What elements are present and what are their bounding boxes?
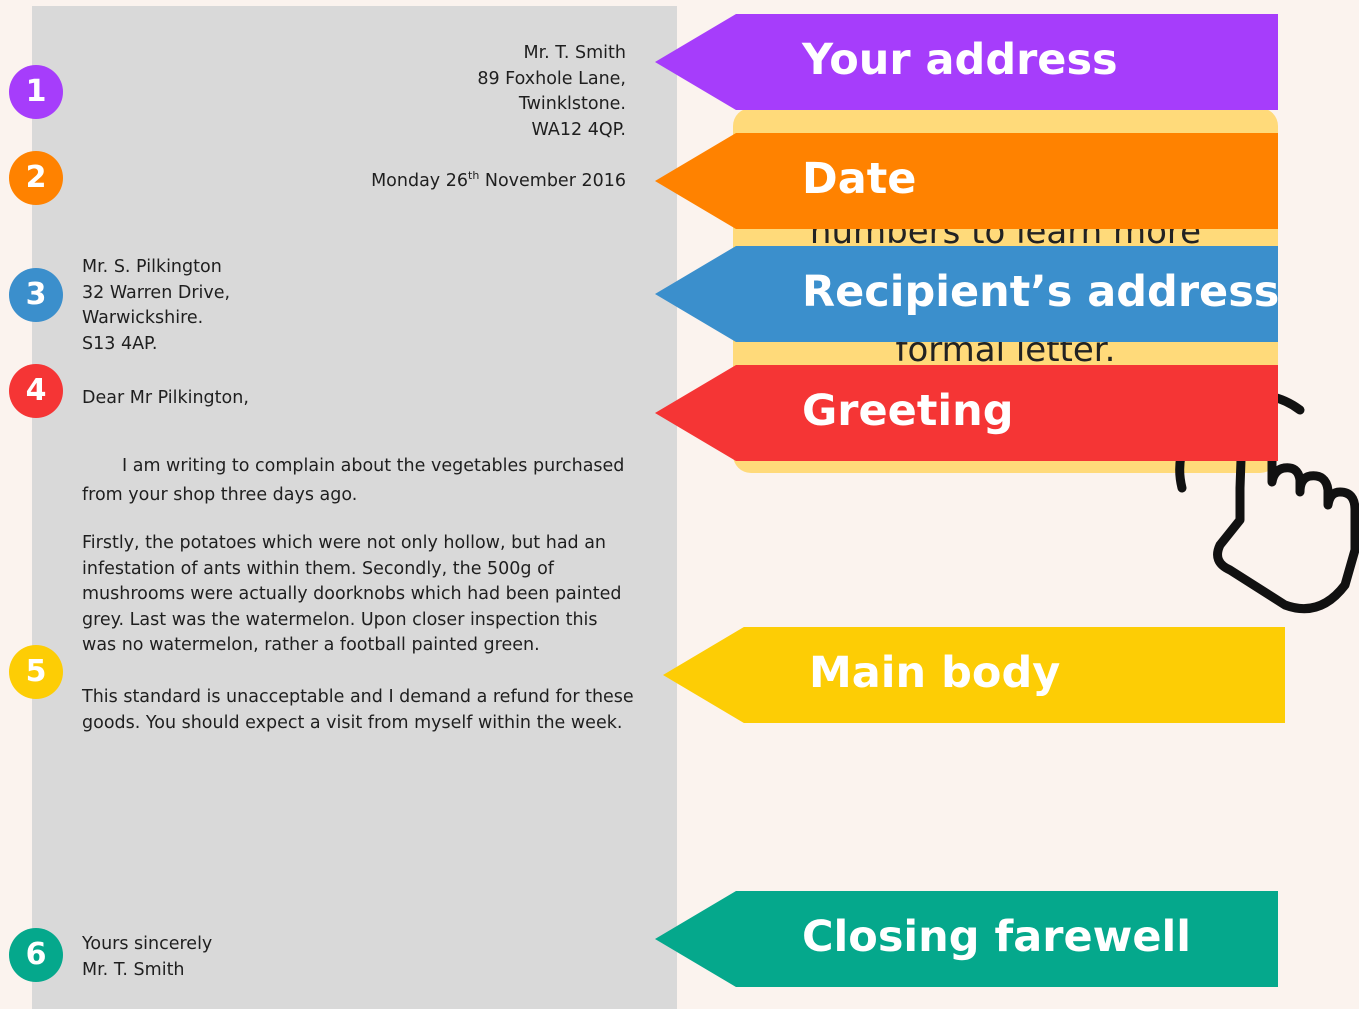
badge-5[interactable]: 5 [9,645,63,699]
label-date-text: Date [802,154,917,204]
label-closing-farewell-text: Closing farewell [802,912,1191,962]
label-your-address-text: Your address [802,35,1118,85]
closing-line: Mr. T. Smith [82,959,185,980]
recipient-line: S13 4AP. [82,333,158,354]
badge-6[interactable]: 6 [9,928,63,982]
sender-address: Mr. T. Smith 89 Foxhole Lane, Twinklston… [332,41,626,143]
badge-4[interactable]: 4 [9,364,63,418]
closing-block: Yours sincerely Mr. T. Smith [82,932,212,983]
sender-line: Twinklstone. [518,94,626,114]
badge-1[interactable]: 1 [9,65,63,119]
body-paragraph: Firstly, the potatoes which were not onl… [82,533,622,655]
closing-line: Yours sincerely [82,934,213,954]
label-date [655,133,1278,229]
badge-2[interactable]: 2 [9,151,63,205]
label-greeting-text: Greeting [802,386,1014,436]
date-rest: November 2016 [479,171,626,191]
recipient-line: Warwickshire. [82,308,204,328]
recipient-address: Mr. S. Pilkington 32 Warren Drive, Warwi… [82,255,230,357]
label-recipient-address-text: Recipient’s address [802,267,1280,317]
badge-3[interactable]: 3 [9,268,63,322]
body-paragraph: This standard is unacceptable and I dema… [82,687,634,733]
sender-line: WA12 4QP. [531,119,626,140]
recipient-line: Mr. S. Pilkington [82,257,222,277]
date-day: Monday 26 [371,171,468,191]
date-suffix: th [468,169,480,183]
recipient-line: 32 Warren Drive, [82,282,231,303]
letter-date: Monday 26th November 2016 [232,169,626,195]
letter-page: Mr. T. Smith 89 Foxhole Lane, Twinklston… [32,6,677,1009]
label-main-body-text: Main body [809,648,1061,698]
letter-greeting: Dear Mr Pilkington, [82,388,249,408]
sender-line: Mr. T. Smith [523,43,626,63]
body-paragraph: I am writing to complain about the veget… [82,456,625,505]
sender-line: 89 Foxhole Lane, [477,68,626,89]
